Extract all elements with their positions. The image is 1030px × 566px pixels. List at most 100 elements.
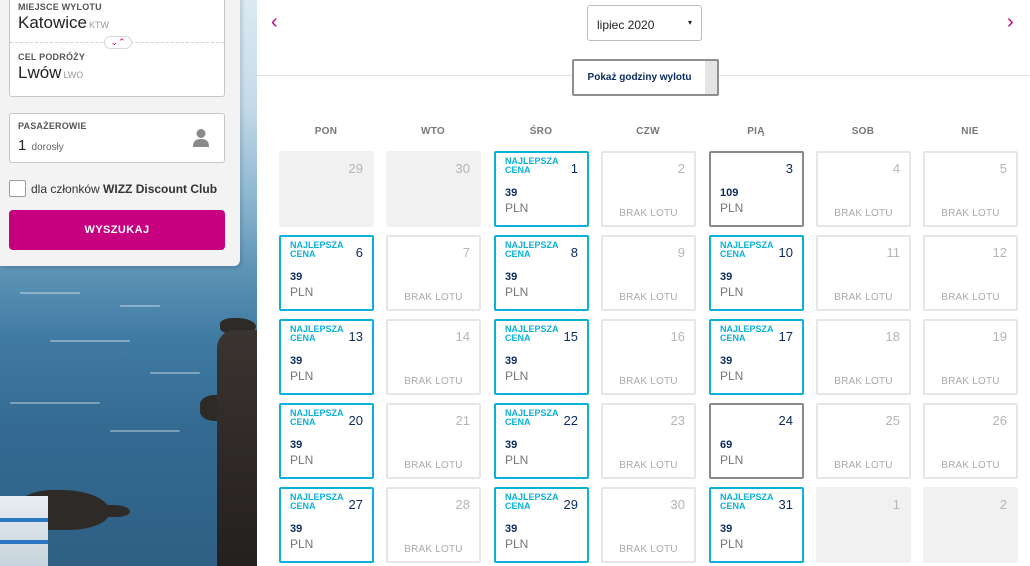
day-number: 25 — [885, 413, 900, 428]
day-price: 39 — [505, 187, 518, 199]
origin-field[interactable]: MIEJSCE WYLOTU Katowice KTW — [10, 0, 224, 41]
day-number: 18 — [885, 329, 900, 344]
chevron-down-icon: ▾ — [687, 18, 692, 27]
day-price: 39 — [290, 271, 303, 283]
calendar-day[interactable]: 1 NAJLEPSZA CENA 39 PLN — [494, 151, 589, 227]
discount-club-prefix: dla członków — [31, 181, 104, 196]
calendar-day: 29 — [279, 151, 374, 227]
discount-club-row[interactable]: dla członków WIZZ Discount Club — [9, 180, 217, 197]
day-number: 1 — [570, 161, 578, 176]
best-price-badge: NAJLEPSZA CENA — [720, 240, 774, 259]
day-currency: PLN — [505, 285, 529, 299]
destination-label: CEL PODRÓŻY — [18, 52, 86, 62]
passengers-field[interactable]: PASAŻEROWIE 1 dorosły — [9, 113, 225, 163]
show-departure-times-toggle[interactable]: Pokaż godziny wylotu — [572, 59, 719, 96]
destination-city: Lwów LWO — [18, 63, 83, 83]
no-flight-label: BRAK LOTU — [941, 460, 1000, 471]
calendar-day[interactable]: 11 BRAK LOTU — [816, 235, 911, 311]
no-flight-label: BRAK LOTU — [619, 544, 678, 555]
search-button[interactable]: WYSZUKAJ — [9, 210, 225, 250]
weekday-label: SOB — [851, 126, 875, 137]
no-flight-label: BRAK LOTU — [834, 376, 893, 387]
calendar-day[interactable]: 5 BRAK LOTU — [923, 151, 1018, 227]
day-number: 9 — [677, 245, 685, 260]
origin-city: Katowice KTW — [18, 13, 109, 33]
calendar-day[interactable]: 10 NAJLEPSZA CENA 39 PLN — [709, 235, 804, 311]
discount-club-label: dla członków WIZZ Discount Club — [31, 182, 217, 196]
no-flight-label: BRAK LOTU — [619, 460, 678, 471]
calendar-day[interactable]: 8 NAJLEPSZA CENA 39 PLN — [494, 235, 589, 311]
day-number: 1 — [892, 497, 900, 512]
prev-month-icon[interactable]: ‹ — [271, 12, 278, 32]
calendar-day[interactable]: 24 69 PLN — [709, 403, 804, 479]
passengers-type: dorosły — [31, 142, 64, 153]
calendar-day[interactable]: 19 BRAK LOTU — [923, 319, 1018, 395]
discount-club-checkbox[interactable] — [9, 180, 26, 197]
calendar-day[interactable]: 21 BRAK LOTU — [386, 403, 481, 479]
day-number: 28 — [455, 497, 470, 512]
calendar-day[interactable]: 14 BRAK LOTU — [386, 319, 481, 395]
day-currency: PLN — [290, 369, 314, 383]
weekday-label: NIE — [961, 126, 979, 137]
day-price: 39 — [505, 355, 518, 367]
day-number: 27 — [348, 497, 363, 512]
day-number: 12 — [992, 245, 1007, 260]
passengers-label: PASAŻEROWIE — [18, 121, 87, 131]
weekday-label: PON — [314, 126, 338, 137]
day-number: 2 — [999, 497, 1007, 512]
no-flight-label: BRAK LOTU — [404, 544, 463, 555]
calendar-day[interactable]: 12 BRAK LOTU — [923, 235, 1018, 311]
calendar-day[interactable]: 17 NAJLEPSZA CENA 39 PLN — [709, 319, 804, 395]
weekday-label: PIĄ — [747, 126, 765, 137]
day-currency: PLN — [290, 537, 314, 551]
calendar-day[interactable]: 16 BRAK LOTU — [601, 319, 696, 395]
calendar-day[interactable]: 13 NAJLEPSZA CENA 39 PLN — [279, 319, 374, 395]
calendar-day[interactable]: 2 BRAK LOTU — [601, 151, 696, 227]
best-price-badge: NAJLEPSZA CENA — [290, 240, 344, 259]
calendar-day[interactable]: 7 BRAK LOTU — [386, 235, 481, 311]
no-flight-label: BRAK LOTU — [404, 460, 463, 471]
destination-city-name: Lwów — [18, 63, 62, 82]
calendar-day[interactable]: 9 BRAK LOTU — [601, 235, 696, 311]
day-number: 14 — [455, 329, 470, 344]
no-flight-label: BRAK LOTU — [834, 292, 893, 303]
day-price: 39 — [505, 439, 518, 451]
day-number: 24 — [778, 413, 793, 428]
destination-field[interactable]: CEL PODRÓŻY Lwów LWO — [10, 44, 224, 96]
calendar-day[interactable]: 23 BRAK LOTU — [601, 403, 696, 479]
calendar-day[interactable]: 31 NAJLEPSZA CENA 39 PLN — [709, 487, 804, 563]
no-flight-label: BRAK LOTU — [619, 292, 678, 303]
no-flight-label: BRAK LOTU — [619, 208, 678, 219]
day-price: 69 — [720, 439, 733, 451]
day-number: 15 — [563, 329, 578, 344]
calendar-day[interactable]: 18 BRAK LOTU — [816, 319, 911, 395]
calendar-day[interactable]: 3 109 PLN — [709, 151, 804, 227]
calendar-day[interactable]: 27 NAJLEPSZA CENA 39 PLN — [279, 487, 374, 563]
calendar-day[interactable]: 15 NAJLEPSZA CENA 39 PLN — [494, 319, 589, 395]
next-month-icon[interactable]: › — [1007, 12, 1014, 32]
calendar-day: 1 — [816, 487, 911, 563]
calendar-day[interactable]: 20 NAJLEPSZA CENA 39 PLN — [279, 403, 374, 479]
calendar-day[interactable]: 22 NAJLEPSZA CENA 39 PLN — [494, 403, 589, 479]
no-flight-label: BRAK LOTU — [404, 376, 463, 387]
month-select[interactable]: lipiec 2020 ▾ — [587, 5, 702, 41]
calendar-day[interactable]: 26 BRAK LOTU — [923, 403, 1018, 479]
day-number: 17 — [778, 329, 793, 344]
calendar-day[interactable]: 28 BRAK LOTU — [386, 487, 481, 563]
day-number: 2 — [677, 161, 685, 176]
day-number: 19 — [992, 329, 1007, 344]
calendar-day[interactable]: 4 BRAK LOTU — [816, 151, 911, 227]
day-number: 29 — [563, 497, 578, 512]
day-number: 30 — [670, 497, 685, 512]
calendar-day[interactable]: 30 BRAK LOTU — [601, 487, 696, 563]
day-number: 3 — [785, 161, 793, 176]
no-flight-label: BRAK LOTU — [834, 208, 893, 219]
weekday-label: CZW — [636, 126, 660, 137]
calendar-day[interactable]: 29 NAJLEPSZA CENA 39 PLN — [494, 487, 589, 563]
day-currency: PLN — [290, 285, 314, 299]
calendar-day: 2 — [923, 487, 1018, 563]
day-number: 11 — [886, 245, 901, 260]
no-flight-label: BRAK LOTU — [941, 376, 1000, 387]
calendar-day[interactable]: 6 NAJLEPSZA CENA 39 PLN — [279, 235, 374, 311]
calendar-day[interactable]: 25 BRAK LOTU — [816, 403, 911, 479]
